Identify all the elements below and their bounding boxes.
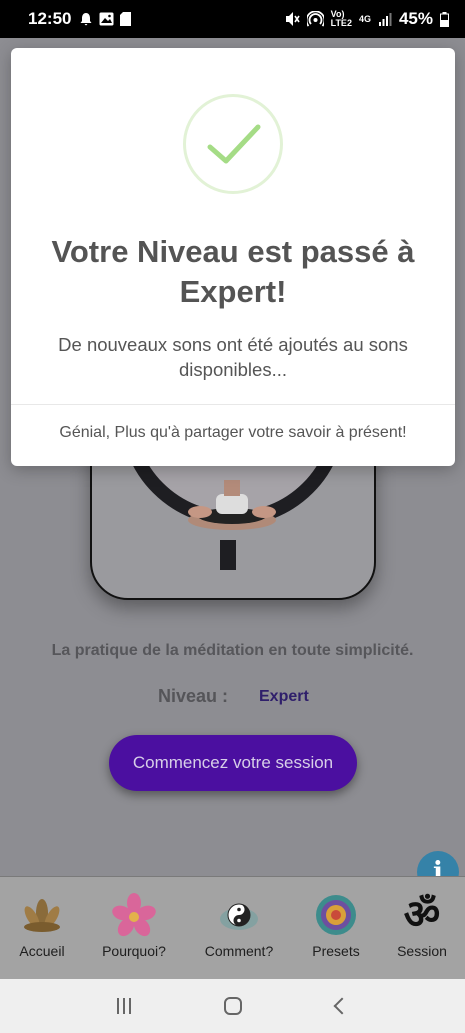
tab-label-session: Session	[397, 943, 447, 959]
hotspot-icon	[306, 10, 324, 27]
recent-apps-icon[interactable]	[116, 998, 131, 1014]
home-icon[interactable]	[224, 997, 243, 1015]
back-icon[interactable]	[333, 997, 351, 1015]
level-label: Niveau :	[158, 686, 229, 706]
level-value: Expert	[259, 688, 309, 705]
tab-accueil[interactable]: Accueil	[16, 893, 68, 959]
level-up-dialog: Votre Niveau est passé à Expert! De nouv…	[11, 48, 455, 466]
yin-yang-icon	[217, 893, 261, 937]
mute-icon	[285, 12, 300, 26]
bottom-tab-bar: Accueil Pourquoi? Comment? Presets ॐ Ses…	[0, 876, 465, 979]
tab-presets[interactable]: Presets	[308, 893, 364, 959]
dialog-message: De nouveaux sons ont été ajoutés au sons…	[58, 334, 408, 380]
dialog-divider	[11, 404, 455, 405]
app-tagline: La pratique de la méditation en toute si…	[51, 642, 414, 659]
meditator-illustration	[188, 480, 276, 530]
mandala-icon	[314, 893, 358, 937]
tab-label-comment: Comment?	[204, 943, 274, 959]
battery-percent: 45%	[398, 9, 433, 28]
om-icon: ॐ	[400, 893, 444, 937]
pink-flower-icon	[112, 893, 156, 937]
dialog-footer-text[interactable]: Génial, Plus qu'à partager votre savoir …	[11, 424, 455, 442]
signal-icon	[378, 13, 392, 26]
dialog-title: Votre Niveau est passé à Expert!	[51, 234, 415, 309]
image-icon	[99, 12, 114, 26]
start-session-button[interactable]: Commencez votre session	[109, 735, 357, 791]
battery-icon	[440, 11, 449, 27]
volte-indicator: Vo) LTE2	[330, 9, 352, 28]
lotus-icon	[20, 893, 64, 937]
tab-session[interactable]: ॐ Session	[393, 893, 451, 959]
system-nav-bar	[0, 979, 465, 1033]
check-icon	[207, 124, 261, 164]
success-ring	[183, 94, 283, 194]
status-time: 12:50	[28, 9, 72, 28]
bell-icon	[80, 13, 92, 26]
tab-label-accueil: Accueil	[19, 943, 65, 959]
tab-pourquoi[interactable]: Pourquoi?	[100, 893, 168, 959]
tab-label-presets: Presets	[312, 943, 360, 959]
network-4g-indicator: 4G	[358, 13, 371, 24]
sd-card-icon	[120, 12, 132, 26]
tab-comment[interactable]: Comment?	[200, 893, 278, 959]
frame-notch	[220, 540, 236, 570]
om-symbol: ॐ	[403, 893, 441, 937]
level-row: Niveau : Expert	[0, 686, 465, 710]
tab-label-pourquoi: Pourquoi?	[102, 943, 166, 959]
status-bar: 12:50 Vo) LTE2 4G 45%	[0, 0, 465, 38]
